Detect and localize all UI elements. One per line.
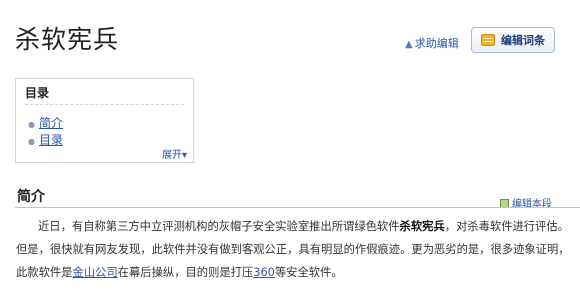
paragraph-text: 近日，有自称第三方中立评测机构的灰帽子安全实验室推出所谓绿色软件 [38, 220, 400, 233]
paragraph-text: 在幕后操纵，目的则是打压 [117, 266, 254, 279]
toc-item-contents[interactable]: ● 目录 [28, 131, 63, 148]
help-edit-link[interactable]: ▲ 求助编辑 [405, 35, 459, 51]
kingsoft-link[interactable]: 金山公司 [73, 266, 118, 279]
intro-paragraph: 近日，有自称第三方中立评测机构的灰帽子安全实验室推出所谓绿色软件杀软宪兵，对杀毒… [16, 215, 576, 284]
toc-heading: 目录 [25, 86, 50, 100]
bullet-icon: ● [28, 137, 35, 146]
toc-expand-label: 展开 [161, 150, 182, 161]
bullet-icon: ● [28, 120, 35, 129]
paragraph-bold-text: 杀软宪兵 [399, 220, 445, 233]
edit-entry-button[interactable]: 编辑词条 [471, 27, 555, 53]
edit-section-label: 编辑本段 [512, 199, 552, 210]
section-title: 简介 [17, 189, 45, 205]
toc-item-intro[interactable]: ● 简介 [28, 114, 63, 131]
edit-entry-label: 编辑词条 [501, 34, 545, 47]
toc-expand-button[interactable]: 展开▾ [162, 146, 187, 161]
paragraph-text: 等安全软件。 [274, 266, 343, 279]
table-of-contents: 目录 ● 简介 ● 目录 展开▾ [15, 78, 194, 163]
toc-item-label: 目录 [38, 133, 63, 147]
360-link[interactable]: 360 [253, 266, 275, 279]
toc-divider [25, 104, 184, 105]
toc-item-label: 简介 [38, 116, 63, 130]
help-icon: ▲ [405, 39, 413, 50]
help-edit-label: 求助编辑 [414, 37, 459, 50]
section-divider [15, 207, 580, 208]
edit-entry-icon [481, 34, 495, 46]
page-title: 杀软宪兵 [15, 25, 120, 54]
chevron-down-icon: ▾ [181, 150, 187, 161]
